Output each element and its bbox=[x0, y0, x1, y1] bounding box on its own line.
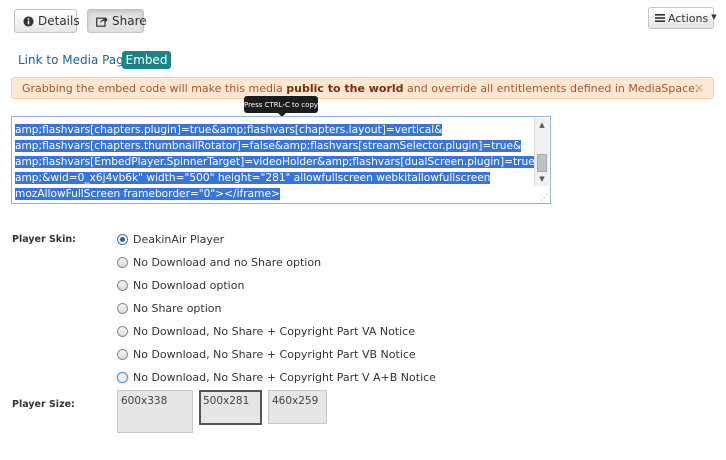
skin-radio[interactable] bbox=[117, 371, 128, 383]
details-button[interactable]: Details bbox=[14, 9, 80, 33]
player-size-option[interactable]: 600x338 bbox=[117, 390, 193, 433]
player-size-label: Player Size: bbox=[12, 399, 75, 410]
share-button[interactable]: Share bbox=[87, 9, 147, 33]
embed-code-line: amp;flashvars[EmbedPlayer.SpinnerTarget]… bbox=[15, 156, 543, 168]
player-size-option-selected[interactable]: 500x281 bbox=[199, 390, 262, 425]
player-size-option[interactable]: 460x259 bbox=[268, 390, 327, 424]
embed-tab[interactable]: Embed bbox=[122, 51, 171, 69]
scroll-down-icon[interactable]: ▼ bbox=[535, 173, 549, 185]
skin-option[interactable]: No Download, No Share + Copyright Part V… bbox=[117, 346, 416, 362]
actions-button[interactable]: Actions ▼ bbox=[648, 7, 717, 29]
skin-radio[interactable] bbox=[117, 302, 128, 314]
copy-tooltip: Press CTRL-C to copy bbox=[244, 96, 318, 117]
scrollbar-thumb[interactable] bbox=[537, 154, 547, 172]
embed-code-line: amp;flashvars[chapters.thumbnailRotator]… bbox=[15, 140, 522, 152]
share-label: Share bbox=[112, 14, 147, 28]
skin-option[interactable]: No Download and no Share option bbox=[117, 254, 321, 270]
skin-option-label: DeakinAir Player bbox=[133, 232, 225, 246]
details-label: Details bbox=[38, 14, 80, 28]
resize-grip-icon[interactable]: ⋰ bbox=[540, 193, 548, 202]
skin-radio[interactable] bbox=[117, 279, 128, 291]
scroll-up-icon[interactable]: ▲ bbox=[535, 119, 549, 131]
skin-option[interactable]: No Download, No Share + Copyright Part V… bbox=[117, 369, 436, 385]
skin-option[interactable]: No Download, No Share + Copyright Part V… bbox=[117, 323, 415, 339]
skin-radio[interactable] bbox=[117, 233, 128, 245]
warning-text-end: and override all entitlements defined in… bbox=[403, 82, 699, 95]
list-icon bbox=[655, 14, 665, 22]
actions-label: Actions bbox=[668, 11, 709, 25]
skin-option[interactable]: No Download option bbox=[117, 277, 244, 293]
embed-code-text: amp;flashvars[chapters.plugin]=true&amp;… bbox=[15, 122, 543, 202]
embed-code-textarea[interactable]: amp;flashvars[chapters.plugin]=true&amp;… bbox=[11, 116, 551, 204]
embed-code-line: amp;flashvars[chapters.plugin]=true&amp;… bbox=[15, 124, 443, 136]
textarea-scrollbar[interactable]: ▲ ▼ bbox=[534, 118, 549, 186]
link-to-media-page-tab[interactable]: Link to Media Page bbox=[18, 53, 131, 67]
embed-code-line: mozAllowFullScreen frameborder="0"></ifr… bbox=[15, 188, 280, 200]
skin-option-label: No Download option bbox=[133, 278, 245, 292]
skin-option-label: No Download, No Share + Copyright Part V… bbox=[133, 370, 436, 384]
skin-option[interactable]: No Share option bbox=[117, 300, 221, 316]
skin-radio[interactable] bbox=[117, 256, 128, 268]
skin-option[interactable]: DeakinAir Player bbox=[117, 231, 224, 247]
public-warning-alert: Grabbing the embed code will make this m… bbox=[11, 77, 714, 99]
skin-option-label: No Download, No Share + Copyright Part V… bbox=[133, 347, 416, 361]
caret-down-icon: ▼ bbox=[711, 12, 717, 21]
skin-option-label: No Download, No Share + Copyright Part V… bbox=[133, 324, 415, 338]
skin-option-label: No Share option bbox=[133, 301, 222, 315]
skin-radio[interactable] bbox=[117, 348, 128, 360]
skin-radio[interactable] bbox=[117, 325, 128, 337]
skin-option-label: No Download and no Share option bbox=[133, 255, 322, 269]
warning-text: Grabbing the embed code will make this m… bbox=[22, 82, 287, 95]
share-icon bbox=[96, 16, 108, 27]
embed-code-line: amp;&wid=0_x6j4vb6k" width="500" height=… bbox=[15, 172, 491, 184]
warning-emphasis: public to the world bbox=[286, 82, 404, 95]
player-skin-label: Player Skin: bbox=[12, 234, 76, 245]
info-circle-icon bbox=[23, 15, 34, 27]
close-icon[interactable]: × bbox=[694, 81, 704, 95]
